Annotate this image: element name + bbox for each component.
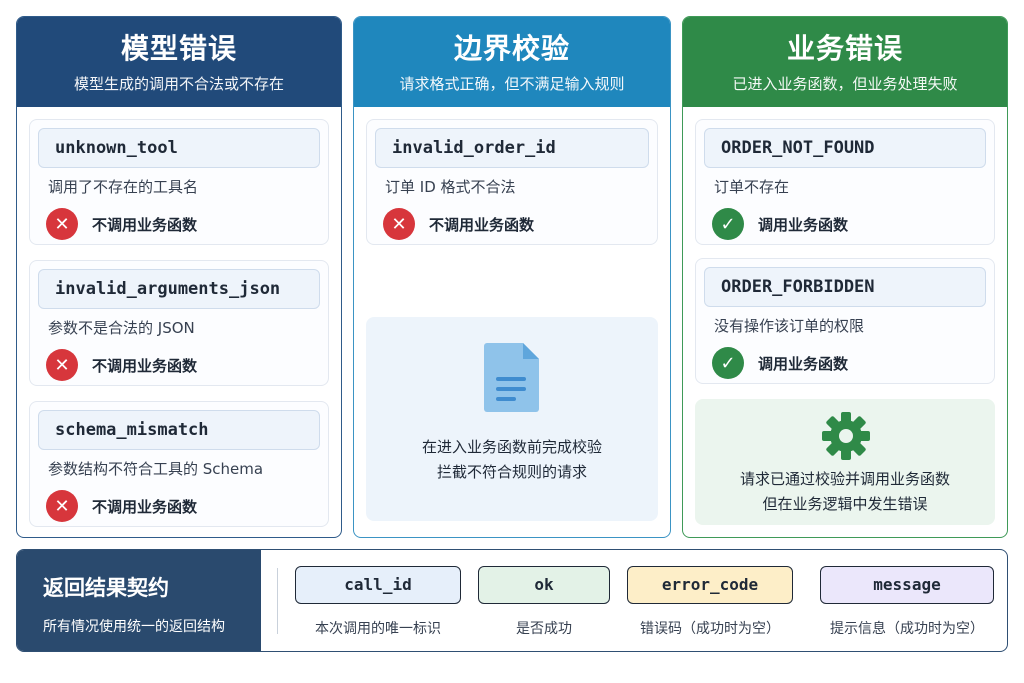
- error-code: schema_mismatch: [38, 410, 320, 450]
- column-business-error: 业务错误 已进入业务函数，但业务处理失败 ORDER_NOT_FOUND 订单不…: [682, 16, 1008, 538]
- field-name: error_code: [627, 566, 793, 604]
- field-description: 本次调用的唯一标识: [315, 621, 441, 637]
- column-header: 业务错误 已进入业务函数，但业务处理失败: [683, 17, 1007, 107]
- call-status: ✓ 调用业务函数: [712, 347, 848, 379]
- column-model-error: 模型错误 模型生成的调用不合法或不存在 unknown_tool 调用了不存在的…: [16, 16, 342, 538]
- field-description: 提示信息（成功时为空）: [830, 621, 984, 637]
- field-description: 是否成功: [516, 621, 572, 637]
- check-circle-icon: ✓: [712, 208, 744, 240]
- business-note: 请求已通过校验并调用业务函数 但在业务逻辑中发生错误: [695, 399, 995, 525]
- call-status-label: 不调用业务函数: [92, 356, 198, 375]
- cross-circle-icon: ✕: [46, 208, 78, 240]
- error-code: ORDER_NOT_FOUND: [704, 128, 986, 168]
- call-status: ✕ 不调用业务函数: [383, 208, 534, 240]
- check-circle-icon: ✓: [712, 347, 744, 379]
- field-name: message: [820, 566, 994, 604]
- error-description: 参数结构不符合工具的 Schema: [48, 460, 264, 478]
- column-header: 模型错误 模型生成的调用不合法或不存在: [17, 17, 341, 107]
- call-status: ✕ 不调用业务函数: [46, 490, 197, 522]
- boundary-note: 在进入业务函数前完成校验 拦截不符合规则的请求: [366, 317, 658, 521]
- divider: [277, 568, 278, 634]
- field-description: 错误码（成功时为空）: [640, 621, 780, 637]
- gear-icon: [822, 412, 870, 460]
- cross-circle-icon: ✕: [383, 208, 415, 240]
- contract-header: 返回结果契约 所有情况使用统一的返回结构: [17, 550, 261, 651]
- contract-field-error-code: error_code 错误码（成功时为空）: [627, 566, 793, 638]
- field-name: ok: [478, 566, 610, 604]
- call-status-label: 调用业务函数: [758, 215, 849, 234]
- column-title: 边界校验: [453, 32, 570, 65]
- document-icon: [484, 343, 539, 412]
- call-status-label: 不调用业务函数: [429, 215, 535, 234]
- column-header: 边界校验 请求格式正确，但不满足输入规则: [354, 17, 670, 107]
- error-code: invalid_arguments_json: [38, 269, 320, 309]
- return-contract-panel: 返回结果契约 所有情况使用统一的返回结构 call_id 本次调用的唯一标识 o…: [16, 549, 1008, 652]
- error-card-invalid-arguments-json: invalid_arguments_json 参数不是合法的 JSON ✕ 不调…: [29, 260, 329, 386]
- error-description: 参数不是合法的 JSON: [48, 319, 195, 337]
- column-title: 模型错误: [120, 32, 237, 65]
- call-status: ✓ 调用业务函数: [712, 208, 848, 240]
- error-card-schema-mismatch: schema_mismatch 参数结构不符合工具的 Schema ✕ 不调用业…: [29, 401, 329, 527]
- error-code: invalid_order_id: [375, 128, 649, 168]
- contract-title: 返回结果契约: [43, 576, 169, 600]
- note-line: 但在业务逻辑中发生错误: [762, 495, 928, 513]
- field-name: call_id: [295, 566, 461, 604]
- call-status-label: 调用业务函数: [758, 354, 849, 373]
- note-line: 在进入业务函数前完成校验: [421, 438, 602, 456]
- error-card-order-not-found: ORDER_NOT_FOUND 订单不存在 ✓ 调用业务函数: [695, 119, 995, 245]
- error-card-invalid-order-id: invalid_order_id 订单 ID 格式不合法 ✕ 不调用业务函数: [366, 119, 658, 245]
- error-description: 订单 ID 格式不合法: [385, 178, 516, 196]
- note-line: 拦截不符合规则的请求: [436, 463, 587, 481]
- error-description: 调用了不存在的工具名: [48, 178, 199, 196]
- error-description: 没有操作该订单的权限: [714, 317, 865, 335]
- error-description: 订单不存在: [714, 178, 790, 196]
- contract-field-message: message 提示信息（成功时为空）: [820, 566, 994, 638]
- call-status: ✕ 不调用业务函数: [46, 349, 197, 381]
- column-title: 业务错误: [786, 32, 903, 65]
- error-code: unknown_tool: [38, 128, 320, 168]
- column-subtitle: 已进入业务函数，但业务处理失败: [732, 75, 958, 93]
- column-boundary-validation: 边界校验 请求格式正确，但不满足输入规则 invalid_order_id 订单…: [353, 16, 671, 538]
- call-status-label: 不调用业务函数: [92, 215, 198, 234]
- contract-field-ok: ok 是否成功: [478, 566, 610, 638]
- error-code: ORDER_FORBIDDEN: [704, 267, 986, 307]
- call-status-label: 不调用业务函数: [92, 497, 198, 516]
- contract-field-call-id: call_id 本次调用的唯一标识: [295, 566, 461, 638]
- column-subtitle: 模型生成的调用不合法或不存在: [73, 75, 284, 93]
- cross-circle-icon: ✕: [46, 490, 78, 522]
- cross-circle-icon: ✕: [46, 349, 78, 381]
- note-line: 请求已通过校验并调用业务函数: [739, 470, 950, 488]
- error-card-unknown-tool: unknown_tool 调用了不存在的工具名 ✕ 不调用业务函数: [29, 119, 329, 245]
- error-card-order-forbidden: ORDER_FORBIDDEN 没有操作该订单的权限 ✓ 调用业务函数: [695, 258, 995, 384]
- call-status: ✕ 不调用业务函数: [46, 208, 197, 240]
- column-subtitle: 请求格式正确，但不满足输入规则: [399, 75, 625, 93]
- contract-subtitle: 所有情况使用统一的返回结构: [43, 619, 225, 635]
